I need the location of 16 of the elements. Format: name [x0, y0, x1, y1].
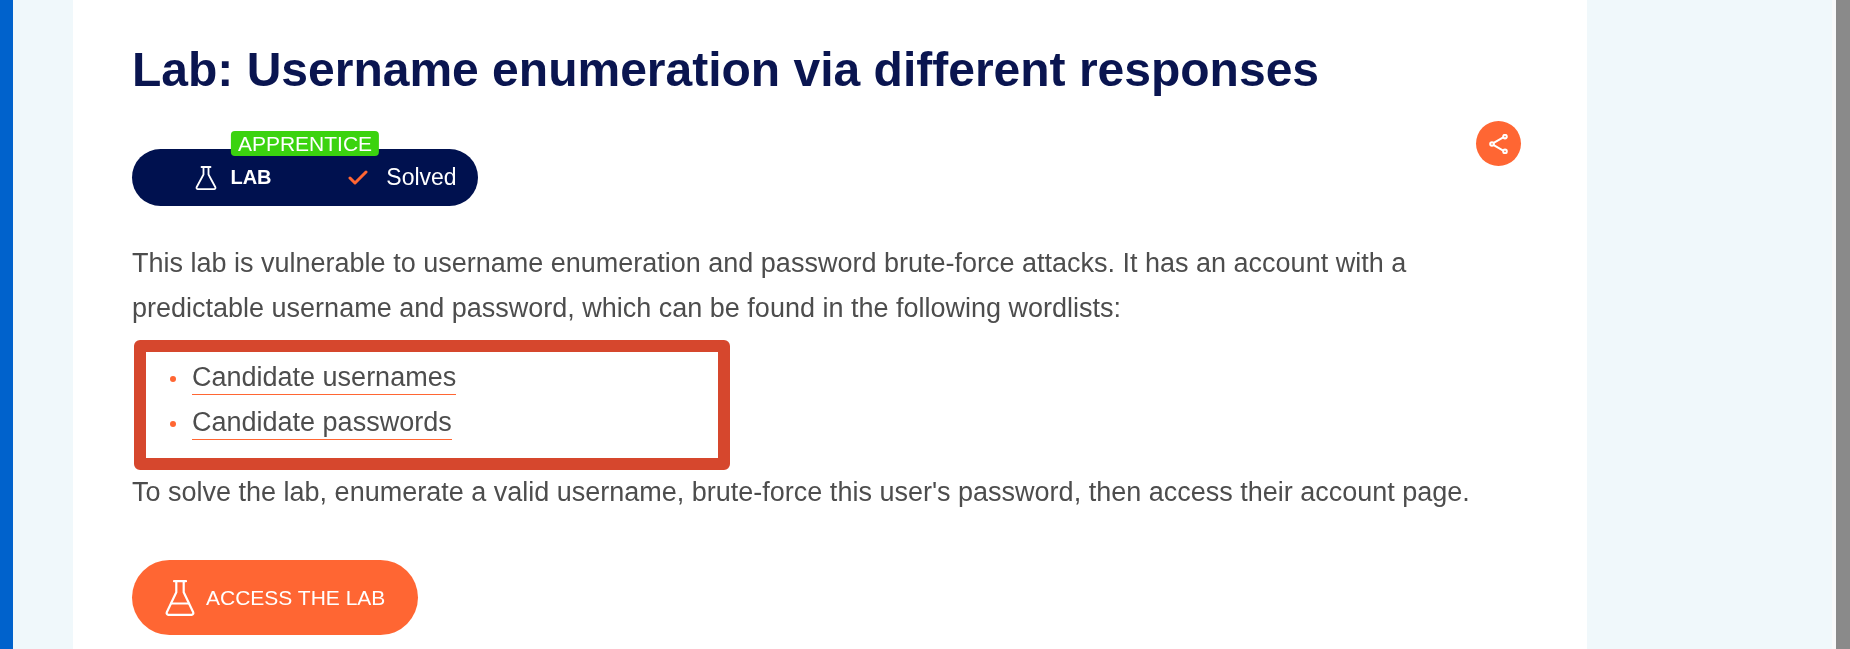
check-icon [348, 170, 369, 185]
wordlist-link[interactable]: Candidate usernames [192, 360, 457, 395]
instructions-text: To solve the lab, enumerate a valid username, brute-force this user's password, then access their account page. [132, 476, 1471, 509]
status-label: Solved [386, 164, 457, 191]
difficulty-tag: APPRENTICE [230, 131, 380, 156]
wordlist-link[interactable]: Candidate passwords [192, 405, 452, 440]
scrollbar[interactable] [1832, 0, 1850, 649]
category-label: LAB [230, 166, 272, 189]
bullet-icon [170, 375, 176, 382]
share-icon [1488, 133, 1509, 154]
page-title: Lab: Username enumeration via different responses [132, 42, 1320, 97]
share-button[interactable] [1476, 121, 1521, 166]
description-text: This lab is vulnerable to username enumeration and password brute-force attacks. It has an account with a predictable username and password, which can be found in the following wordlists: [132, 247, 1408, 325]
flask-icon [165, 579, 195, 616]
bullet-icon [170, 420, 176, 427]
flask-icon [195, 165, 218, 190]
